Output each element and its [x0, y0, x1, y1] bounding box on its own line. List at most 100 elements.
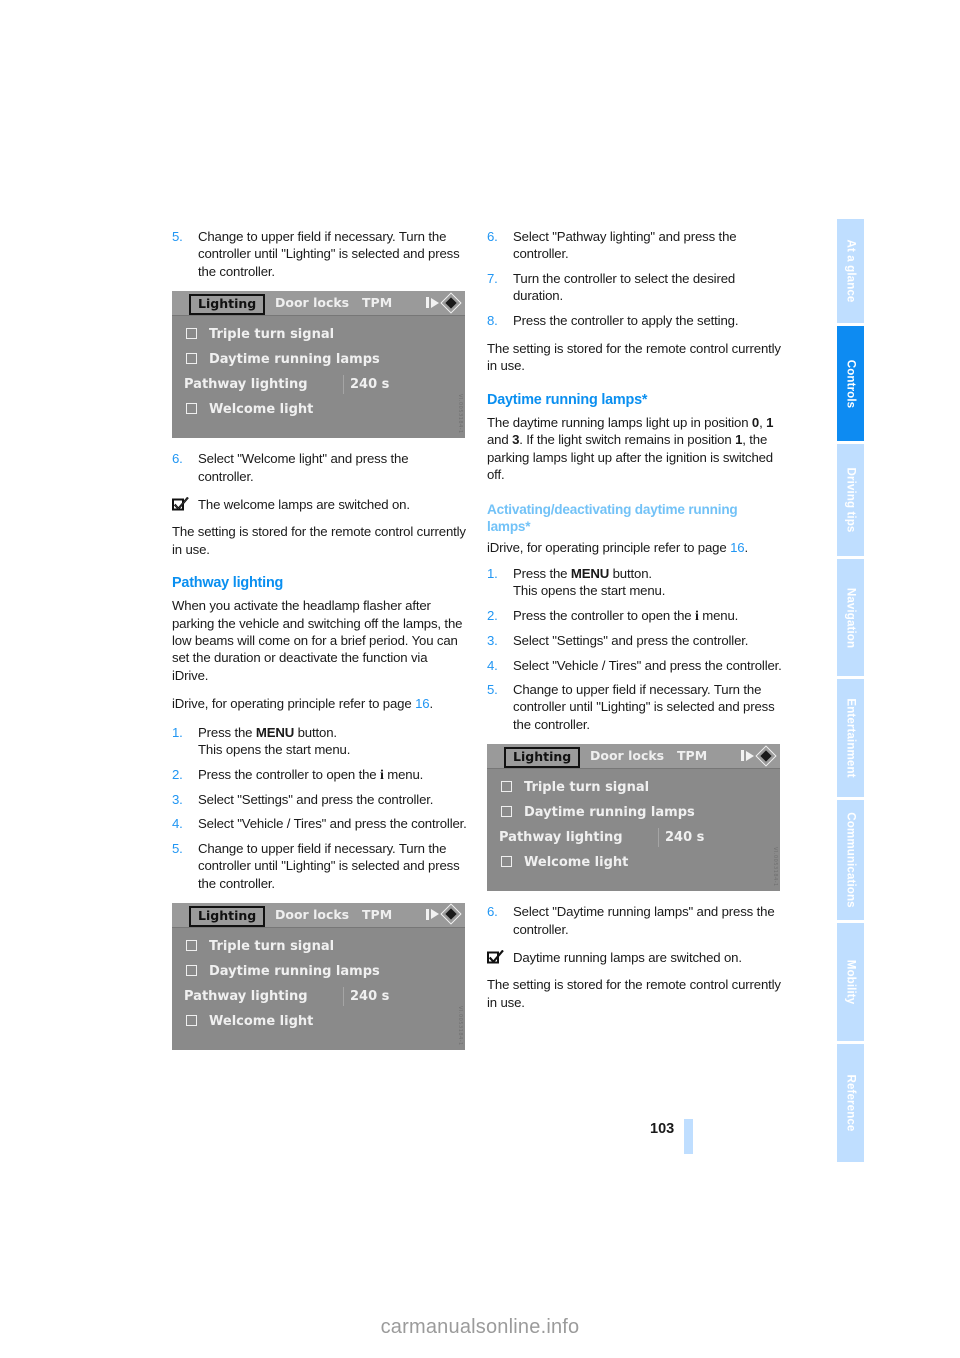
idrive-row-pathway-lighting[interactable]: Pathway lighting 240 s: [172, 984, 465, 1009]
idrive-row-triple-turn-signal[interactable]: Triple turn signal: [172, 934, 465, 959]
step-number: 6.: [487, 904, 498, 920]
row-value: 240 s: [665, 830, 705, 846]
right-arrow-icon[interactable]: [741, 750, 754, 762]
step-text-after: menu.: [698, 607, 739, 623]
step-number: 1.: [172, 724, 183, 740]
sidebar-item-controls[interactable]: Controls: [837, 326, 864, 441]
checkbox-icon[interactable]: [501, 781, 512, 793]
checkbox-icon[interactable]: [501, 806, 512, 818]
sidebar-item-mobility[interactable]: Mobility: [837, 923, 864, 1041]
row-label: Triple turn signal: [524, 780, 650, 796]
sidebar-item-label: Driving tips: [844, 467, 857, 533]
idrive-tab-door-locks[interactable]: Door locks: [590, 749, 664, 763]
sidebar-item-label: Controls: [844, 359, 857, 408]
list-item: 6. Select "Pathway lighting" and press th…: [487, 228, 782, 263]
drl-text-4: . If the light switch remains in positio…: [519, 432, 736, 448]
idrive-tab-bar: Lighting Door locks TPM: [487, 744, 780, 770]
drl-text-3: and: [487, 432, 513, 448]
idrive-tab-door-locks[interactable]: Door locks: [275, 296, 349, 310]
step-list-left-pathway: 1. Press the MENU button. This opens the …: [172, 724, 467, 892]
idrive-tab-door-locks[interactable]: Door locks: [275, 907, 349, 922]
sidebar-item-navigation[interactable]: Navigation: [837, 559, 864, 676]
idrive-tab-bar: Lighting Door locks TPM: [172, 902, 465, 928]
result-daytime-running-lamps: Daytime running lamps are switched on.: [487, 949, 782, 966]
row-label: Triple turn signal: [209, 938, 335, 954]
idrive-row-daytime-running-lamps[interactable]: Daytime running lamps: [487, 800, 780, 825]
idrive-row-daytime-running-lamps[interactable]: Daytime running lamps: [172, 959, 465, 984]
step-text: Press the: [513, 565, 571, 581]
step-text: Change to upper field if necessary. Turn…: [198, 840, 460, 891]
list-item: 1. Press the MENU button. This opens the …: [172, 724, 467, 759]
idrive-rows: Triple turn signal Daytime running lamps…: [172, 316, 465, 438]
sidebar-item-reference[interactable]: Reference: [837, 1044, 864, 1162]
step-text-after: button.: [609, 565, 652, 581]
row-label: Pathway lighting: [184, 988, 308, 1004]
page-reference-link[interactable]: 16: [415, 696, 430, 711]
idrive-row-triple-turn-signal[interactable]: Triple turn signal: [172, 322, 465, 347]
idrive-row-daytime-running-lamps[interactable]: Daytime running lamps: [172, 347, 465, 372]
checkbox-icon[interactable]: [186, 939, 197, 951]
idrive-row-pathway-lighting[interactable]: Pathway lighting 240 s: [487, 825, 780, 850]
sidebar-item-driving-tips[interactable]: Driving tips: [837, 444, 864, 556]
figure-code: VI.0053184-1: [457, 394, 463, 435]
idrive-tab-tpm[interactable]: TPM: [362, 907, 392, 922]
idrive-row-welcome-light[interactable]: Welcome light: [487, 850, 780, 875]
page-reference-link[interactable]: 16: [730, 540, 745, 555]
list-item: 4. Select "Vehicle / Tires" and press the…: [172, 815, 467, 832]
sidebar-item-communications[interactable]: Communications: [837, 800, 864, 920]
checkbox-icon[interactable]: [186, 1014, 197, 1026]
sidebar-item-at-a-glance[interactable]: At a glance: [837, 219, 864, 323]
diamond-menu-icon[interactable]: [757, 747, 774, 764]
row-label: Welcome light: [524, 855, 629, 871]
diamond-menu-icon[interactable]: [442, 906, 459, 923]
stored-note-right-bottom: The setting is stored for the remote con…: [487, 977, 781, 1010]
idrive-tab-lighting[interactable]: Lighting: [189, 294, 266, 316]
sidebar-item-label: Entertainment: [844, 698, 857, 778]
step-number: 6.: [172, 451, 183, 467]
result-text: The welcome lamps are switched on.: [198, 497, 410, 513]
right-arrow-icon[interactable]: [426, 297, 439, 309]
sidebar-item-entertainment[interactable]: Entertainment: [837, 679, 864, 797]
row-label: Welcome light: [209, 1013, 314, 1029]
checkbox-icon[interactable]: [186, 964, 197, 976]
left-text-column: 5. Change to upper field if necessary. T…: [172, 228, 467, 1062]
menu-button-label: MENU: [570, 565, 610, 581]
diamond-menu-icon[interactable]: [442, 294, 459, 311]
step-number: 5.: [487, 681, 498, 697]
idrive-tab-tpm[interactable]: TPM: [677, 749, 707, 763]
idrive-tab-tpm[interactable]: TPM: [362, 296, 392, 310]
idrive-rows: Triple turn signal Daytime running lamps…: [172, 928, 465, 1050]
idrive-row-welcome-light[interactable]: Welcome light: [172, 397, 465, 422]
pathway-lighting-body: When you activate the headlamp flasher a…: [172, 598, 463, 683]
stored-note-left: The setting is stored for the remote con…: [172, 524, 466, 557]
idrive-ref-text: iDrive, for operating principle refer to…: [487, 540, 731, 556]
idrive-row-triple-turn-signal[interactable]: Triple turn signal: [487, 775, 780, 800]
checkbox-icon[interactable]: [186, 403, 197, 415]
idrive-tab-lighting[interactable]: Lighting: [504, 747, 581, 769]
list-item: 3. Select "Settings" and press the contro…: [172, 791, 467, 808]
sidebar-item-label: Mobility: [844, 959, 857, 1005]
step-number: 4.: [487, 657, 498, 673]
step-number: 5.: [172, 840, 183, 856]
idrive-row-welcome-light[interactable]: Welcome light: [172, 1009, 465, 1034]
idrive-tab-lighting[interactable]: Lighting: [189, 905, 266, 927]
idrive-ref-period: .: [429, 696, 433, 712]
step-number: 6.: [487, 229, 498, 244]
step-number: 4.: [172, 816, 183, 832]
checkbox-icon[interactable]: [501, 856, 512, 868]
idrive-rows: Triple turn signal Daytime running lamps…: [487, 769, 780, 891]
list-item: 4. Select "Vehicle / Tires" and press the…: [487, 657, 782, 674]
idrive-nav-icons: [426, 906, 459, 923]
step-text: Select "Vehicle / Tires" and press the c…: [513, 657, 782, 673]
idrive-row-pathway-lighting[interactable]: Pathway lighting 240 s: [172, 372, 465, 397]
checkbox-icon[interactable]: [186, 328, 197, 340]
stored-note-right-top: The setting is stored for the remote con…: [487, 341, 781, 374]
list-item: 8. Press the controller to apply the sett…: [487, 312, 782, 329]
page-number-bar: [684, 1119, 693, 1154]
list-item: 3. Select "Settings" and press the contro…: [487, 632, 782, 649]
checkbox-icon[interactable]: [186, 353, 197, 365]
checkbox-checked-icon: [172, 497, 189, 511]
step-subtext: This opens the start menu.: [198, 742, 351, 758]
step-list-left-6: 6. Select "Welcome light" and press the …: [172, 450, 467, 485]
right-arrow-icon[interactable]: [426, 908, 439, 920]
